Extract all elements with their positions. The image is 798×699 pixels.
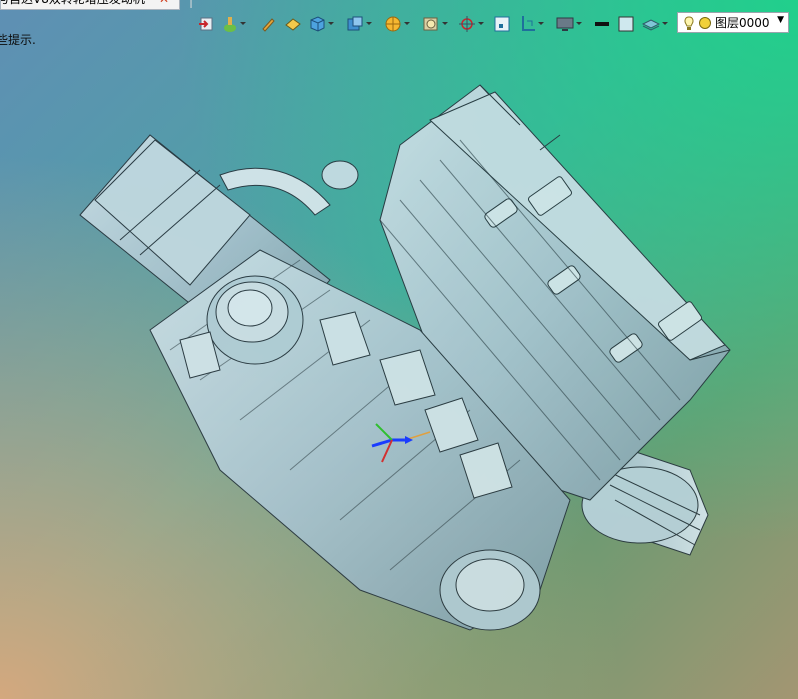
layer-name: 图层0000 [715,16,770,30]
3d-viewport[interactable]: 与自达V8双转轮增压发动机 ✕ | 些提示. [0,0,798,699]
material-icon[interactable] [222,14,246,34]
chevron-down-icon[interactable] [478,21,484,27]
chevron-down-icon[interactable] [404,21,410,27]
engine-3d-model[interactable] [0,0,798,699]
dimension-icon[interactable] [520,14,544,34]
layer-select[interactable]: 图层0000 ▼ [677,12,789,33]
chevron-down-icon[interactable] [240,21,246,27]
lightbulb-icon[interactable] [682,15,696,31]
chevron-down-icon[interactable] [538,21,544,27]
import-icon[interactable] [198,14,214,34]
chevron-down-icon[interactable] [366,21,372,27]
frame-icon[interactable] [494,14,510,34]
display-icon[interactable] [556,14,582,34]
line-color-swatch[interactable] [594,14,610,34]
chevron-down-icon[interactable] [576,21,582,27]
fill-color-swatch[interactable] [618,14,634,34]
origin-icon[interactable] [458,14,484,34]
paint-bucket-icon[interactable] [284,14,302,34]
layers-icon[interactable] [642,14,668,34]
render-mode-icon[interactable] [384,14,410,34]
chevron-down-icon[interactable]: ▼ [777,15,784,25]
section-view-icon[interactable] [422,14,448,34]
chevron-down-icon[interactable] [328,21,334,27]
pen-icon[interactable] [260,14,276,34]
cube-view-icon[interactable] [308,14,334,34]
box-view-icon[interactable] [346,14,372,34]
chevron-down-icon[interactable] [442,21,448,27]
chevron-down-icon[interactable] [662,21,668,27]
layer-color-icon [699,16,711,29]
